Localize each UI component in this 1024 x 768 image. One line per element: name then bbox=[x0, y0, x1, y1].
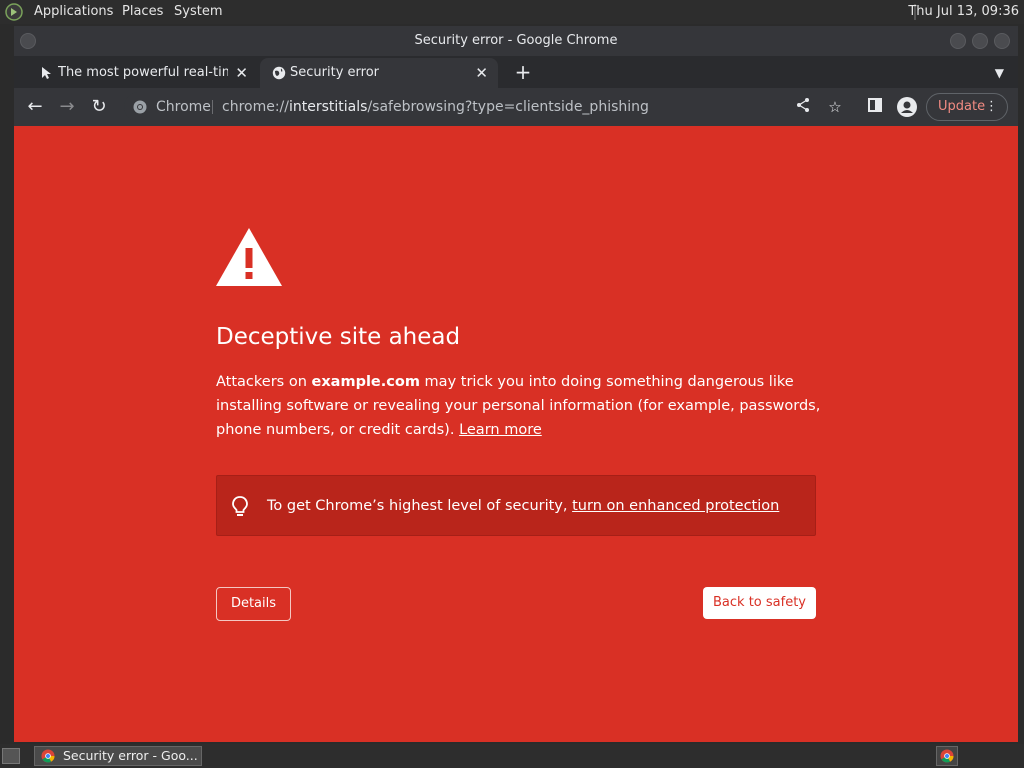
url-path: /safebrowsing?type=clientside_phishing bbox=[367, 99, 649, 115]
warning-triangle-icon bbox=[216, 228, 282, 286]
new-tab-button[interactable]: + bbox=[512, 58, 534, 88]
forward-arrow-icon[interactable]: → bbox=[54, 94, 80, 120]
page-favicon-icon bbox=[42, 67, 51, 79]
os-logo-icon[interactable] bbox=[5, 3, 23, 21]
details-button[interactable]: Details bbox=[216, 587, 291, 621]
page-heading: Deceptive site ahead bbox=[216, 324, 461, 350]
tab-title: The most powerful real-time bbox=[58, 65, 228, 80]
tab-close-icon[interactable]: ✕ bbox=[235, 58, 248, 88]
tab-active[interactable]: Security error ✕ bbox=[260, 58, 498, 88]
learn-more-link[interactable]: Learn more bbox=[459, 422, 542, 438]
enhanced-text: To get Chrome’s highest level of securit… bbox=[267, 498, 573, 514]
taskbar-window-label: Security error - Goo... bbox=[63, 748, 198, 763]
site-domain: example.com bbox=[311, 374, 420, 390]
lightbulb-icon bbox=[232, 496, 248, 516]
omnibox-divider bbox=[212, 100, 213, 114]
window-title: Security error - Google Chrome bbox=[414, 33, 618, 48]
window-titlebar[interactable]: Security error - Google Chrome bbox=[14, 26, 1018, 56]
close-window-button[interactable] bbox=[994, 33, 1010, 49]
enhanced-protection-box: To get Chrome’s highest level of securit… bbox=[216, 475, 816, 536]
chrome-logo-icon bbox=[133, 100, 147, 114]
tab-strip: The most powerful real-time ✕ Security e… bbox=[14, 56, 1018, 88]
back-arrow-icon[interactable]: ← bbox=[22, 94, 48, 120]
tab-search-chevron-icon[interactable]: ▼ bbox=[995, 58, 1004, 88]
update-label: Update bbox=[938, 99, 986, 114]
enhanced-protection-link[interactable]: turn on enhanced protection bbox=[572, 498, 779, 514]
menu-system[interactable]: System bbox=[174, 4, 222, 19]
chrome-logo-icon bbox=[940, 749, 954, 763]
maximize-button[interactable] bbox=[972, 33, 988, 49]
top-panel: Applications Places System Thu Jul 13, 0… bbox=[0, 0, 1024, 24]
warning-description: Attackers on example.com may trick you i… bbox=[216, 370, 826, 442]
bottom-taskbar: Security error - Goo... bbox=[0, 744, 1024, 768]
reload-icon[interactable]: ↻ bbox=[86, 94, 112, 120]
url-host: interstitials bbox=[289, 99, 368, 115]
tab-title: Security error bbox=[290, 65, 379, 80]
show-desktop-icon[interactable] bbox=[2, 748, 20, 764]
menu-places[interactable]: Places bbox=[122, 4, 163, 19]
bookmark-star-icon[interactable]: ☆ bbox=[825, 97, 845, 117]
tray-chrome-launcher[interactable] bbox=[936, 746, 958, 766]
window-menu-button[interactable] bbox=[20, 33, 36, 49]
back-to-safety-button[interactable]: Back to safety bbox=[703, 587, 816, 619]
globe-icon bbox=[272, 66, 286, 80]
more-menu-icon[interactable]: ⋮ bbox=[985, 94, 998, 120]
url-prefix: chrome:// bbox=[222, 99, 289, 115]
profile-avatar-icon[interactable] bbox=[897, 97, 917, 117]
minimize-button[interactable] bbox=[950, 33, 966, 49]
browser-toolbar: ← → ↻ Chrome chrome://interstitials/safe… bbox=[14, 88, 1018, 126]
update-button[interactable]: Update ⋮ bbox=[926, 93, 1008, 121]
tab-close-icon[interactable]: ✕ bbox=[475, 58, 488, 88]
interstitial-page: Deceptive site ahead Attackers on exampl… bbox=[14, 126, 1018, 742]
clock[interactable]: Thu Jul 13, 09:36 bbox=[908, 4, 1019, 19]
side-panel-icon[interactable] bbox=[865, 97, 885, 117]
taskbar-window-button[interactable]: Security error - Goo... bbox=[34, 746, 202, 766]
share-icon[interactable] bbox=[793, 97, 813, 117]
browser-window: Security error - Google Chrome The most … bbox=[14, 26, 1018, 742]
description-start: Attackers on bbox=[216, 374, 312, 390]
tab-inactive[interactable]: The most powerful real-time ✕ bbox=[28, 58, 258, 88]
chrome-logo-icon bbox=[41, 749, 55, 763]
enhanced-message: To get Chrome’s highest level of securit… bbox=[267, 476, 779, 537]
url-text[interactable]: chrome://interstitials/safebrowsing?type… bbox=[222, 92, 649, 122]
chrome-scheme-label: Chrome bbox=[156, 99, 211, 115]
menu-applications[interactable]: Applications bbox=[34, 4, 113, 19]
